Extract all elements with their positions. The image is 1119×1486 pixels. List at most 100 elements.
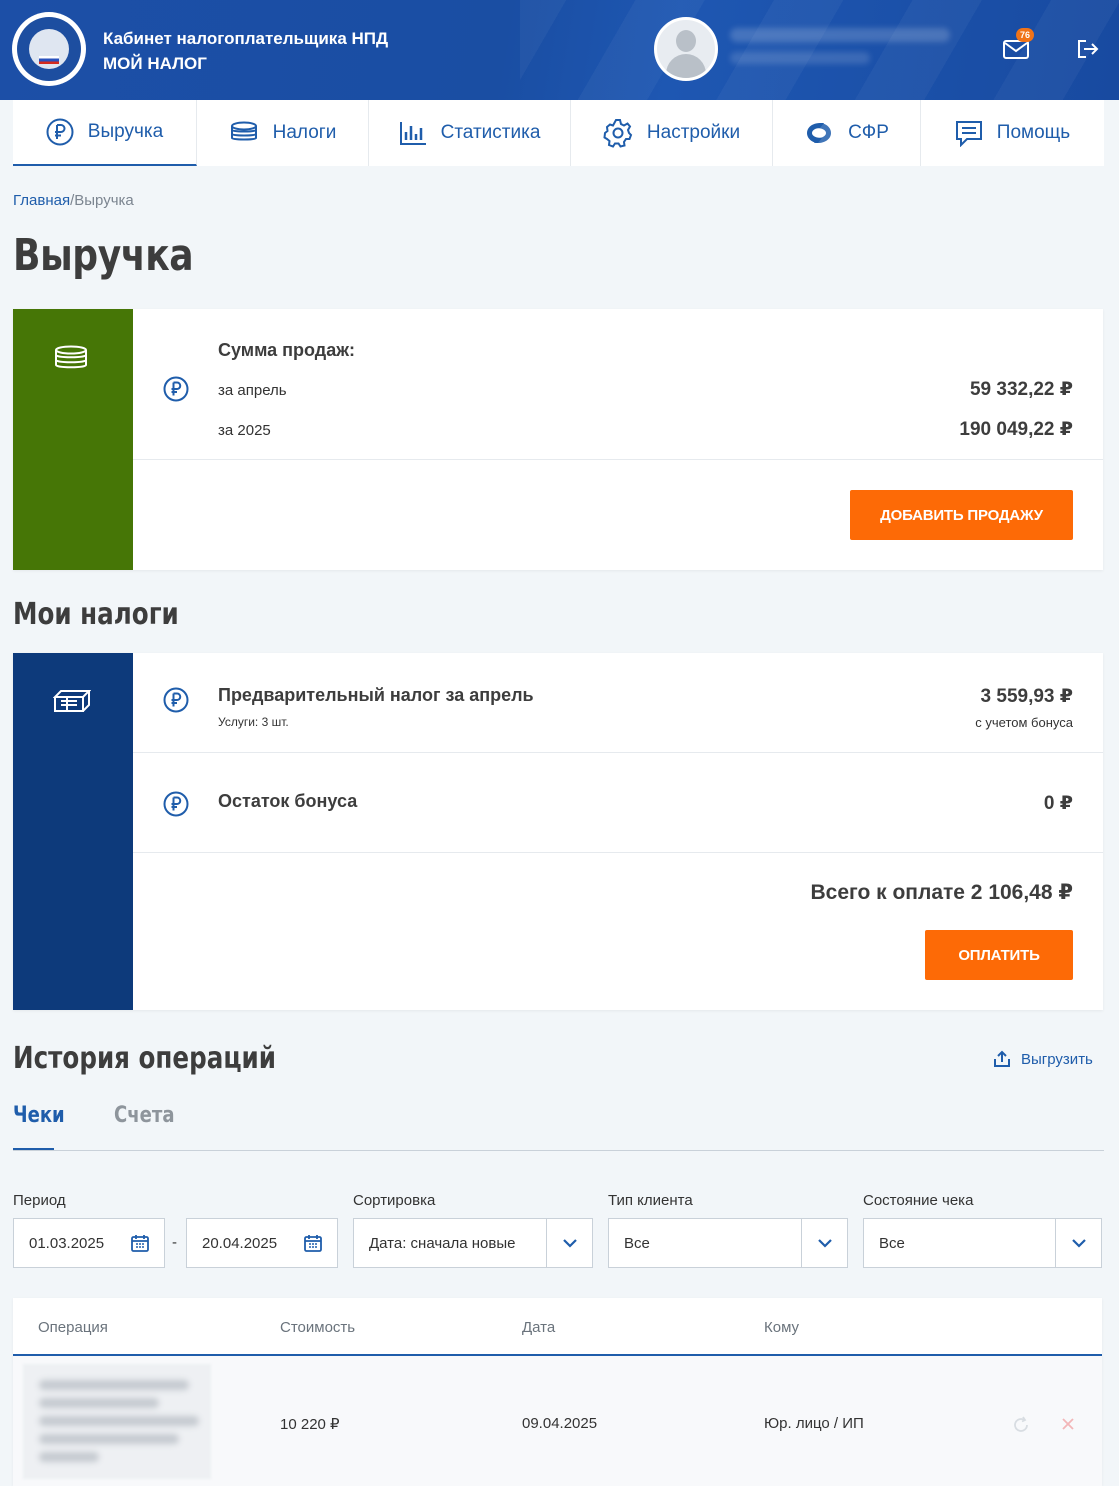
date-to-input[interactable]: 20.04.2025: [186, 1218, 338, 1268]
bonus-title: Остаток бонуса: [218, 791, 358, 811]
nav-item-settings[interactable]: Настройки: [571, 100, 773, 166]
date-to-value: 20.04.2025: [202, 1234, 278, 1252]
nav-item-help[interactable]: Помощь: [921, 100, 1104, 166]
client-type-select[interactable]: Все: [608, 1218, 848, 1268]
column-header-operation: Операция: [38, 1319, 108, 1336]
main-nav: Выручка Налоги Статистика Настройки СФР …: [13, 100, 1104, 166]
column-header-amount: Стоимость: [280, 1319, 356, 1336]
operations-table: Операция Стоимость Дата Кому 10 220 ₽ 09…: [13, 1298, 1102, 1486]
emblem-ring: [17, 17, 81, 81]
chevron-down-icon: [817, 1239, 832, 1248]
sort-value: Дата: сначала новые: [369, 1234, 516, 1252]
chevron-down-icon: [1071, 1239, 1086, 1248]
emblem-eagle-icon: [29, 29, 69, 69]
date-range-separator: -: [172, 1234, 177, 1251]
dropdown-toggle[interactable]: [801, 1219, 847, 1267]
nav-item-taxes[interactable]: Налоги: [197, 100, 369, 166]
app-title-line2: МОЙ НАЛОГ: [103, 54, 207, 73]
active-tab-indicator: [13, 1148, 54, 1150]
ruble-icon: [46, 118, 74, 146]
taxes-card: Предварительный налог за апрель Услуги: …: [13, 653, 1103, 1010]
dropdown-toggle[interactable]: [546, 1219, 592, 1267]
row-date: 09.04.2025: [522, 1415, 598, 1432]
ruble-icon: [163, 376, 189, 402]
divider: [133, 752, 1103, 753]
bar-chart-icon: [399, 122, 426, 145]
nav-item-sfr[interactable]: СФР: [773, 100, 921, 166]
sales-year-value: 190 049,22 ₽: [959, 419, 1073, 440]
total-to-pay: Всего к оплате 2 106,48 ₽: [810, 881, 1073, 904]
banknotes-icon: [53, 690, 91, 712]
breadcrumb-home-link[interactable]: Главная: [13, 192, 70, 209]
nav-item-label: Статистика: [440, 122, 541, 143]
refresh-icon[interactable]: [1012, 1416, 1030, 1434]
prelim-tax-title: Предварительный налог за апрель: [218, 685, 534, 705]
nav-item-revenue[interactable]: Выручка: [13, 100, 197, 166]
fns-emblem-logo[interactable]: [12, 12, 86, 86]
nav-item-label: Настройки: [646, 122, 741, 143]
breadcrumb-current: Выручка: [74, 192, 134, 209]
prelim-tax-subtitle: Услуги: 3 шт.: [218, 715, 289, 729]
dropdown-toggle[interactable]: [1055, 1219, 1101, 1267]
coins-stack-icon: [55, 345, 87, 369]
user-inn-redacted: [730, 52, 870, 64]
nav-item-label: Налоги: [272, 122, 337, 143]
sales-card: Сумма продаж: за апрель 59 332,22 ₽ за 2…: [13, 309, 1103, 570]
user-avatar[interactable]: [654, 17, 718, 81]
calendar-icon[interactable]: [130, 1233, 150, 1253]
coins-icon: [230, 121, 257, 141]
ruble-icon: [163, 791, 189, 817]
bonus-value: 0 ₽: [1043, 793, 1073, 814]
history-section-title: История операций: [13, 1041, 277, 1076]
pay-button[interactable]: ОПЛАТИТЬ: [925, 930, 1073, 980]
tab-receipts[interactable]: Чеки: [13, 1103, 65, 1128]
chevron-down-icon: [562, 1239, 577, 1248]
divider: [133, 852, 1103, 853]
nav-item-label: Выручка: [87, 121, 164, 142]
sales-card-accent: [13, 309, 133, 570]
breadcrumb: Главная/Выручка: [13, 192, 134, 209]
receipt-status-select[interactable]: Все: [863, 1218, 1102, 1268]
history-tabs: Чеки Счета: [13, 1100, 1104, 1151]
app-title-line1: Кабинет налогоплательщика НПД: [103, 29, 389, 48]
nav-item-label: Помощь: [996, 122, 1071, 143]
client-type-value: Все: [624, 1234, 650, 1252]
row-recipient: Юр. лицо / ИП: [764, 1415, 864, 1432]
row-amount: 10 220 ₽: [280, 1416, 340, 1433]
taxes-card-accent: [13, 653, 133, 1010]
page-title: Выручка: [13, 230, 194, 281]
date-from-input[interactable]: 01.03.2025: [13, 1218, 165, 1268]
prelim-tax-note: с учетом бонуса: [975, 715, 1073, 730]
upload-icon: [994, 1050, 1010, 1067]
ruble-icon: [163, 687, 189, 713]
logout-icon[interactable]: [1076, 38, 1100, 60]
sfr-logo-icon: [807, 123, 832, 143]
column-header-recipient: Кому: [764, 1319, 800, 1336]
prelim-tax-value: 3 559,93 ₽: [980, 686, 1073, 707]
sales-year-label: за 2025: [218, 422, 271, 439]
nav-item-statistics[interactable]: Статистика: [369, 100, 571, 166]
sort-select[interactable]: Дата: сначала новые: [353, 1218, 593, 1268]
add-sale-button[interactable]: ДОБАВИТЬ ПРОДАЖУ: [850, 490, 1073, 540]
client-type-label: Тип клиента: [608, 1192, 693, 1209]
receipt-status-label: Состояние чека: [863, 1192, 974, 1209]
tab-invoices[interactable]: Счета: [114, 1103, 175, 1128]
sales-month-value: 59 332,22 ₽: [969, 379, 1073, 400]
sales-heading: Сумма продаж:: [218, 340, 355, 360]
sort-label: Сортировка: [353, 1192, 436, 1209]
period-label: Период: [13, 1192, 66, 1209]
calendar-icon[interactable]: [303, 1233, 323, 1253]
column-header-date: Дата: [522, 1319, 556, 1336]
export-label: Выгрузить: [1021, 1050, 1093, 1068]
cancel-receipt-icon[interactable]: [1060, 1416, 1076, 1432]
date-from-value: 01.03.2025: [29, 1234, 105, 1252]
notification-badge: 76: [1016, 28, 1034, 42]
export-button[interactable]: Выгрузить: [993, 1050, 1093, 1068]
sales-month-label: за апрель: [218, 382, 287, 399]
gear-icon: [603, 119, 633, 148]
taxes-section-title: Мои налоги: [13, 597, 179, 632]
divider: [133, 459, 1103, 460]
receipt-status-value: Все: [879, 1234, 905, 1252]
top-header: Кабинет налогоплательщика НПД МОЙ НАЛОГ …: [0, 0, 1119, 100]
user-name-redacted: [730, 28, 950, 42]
